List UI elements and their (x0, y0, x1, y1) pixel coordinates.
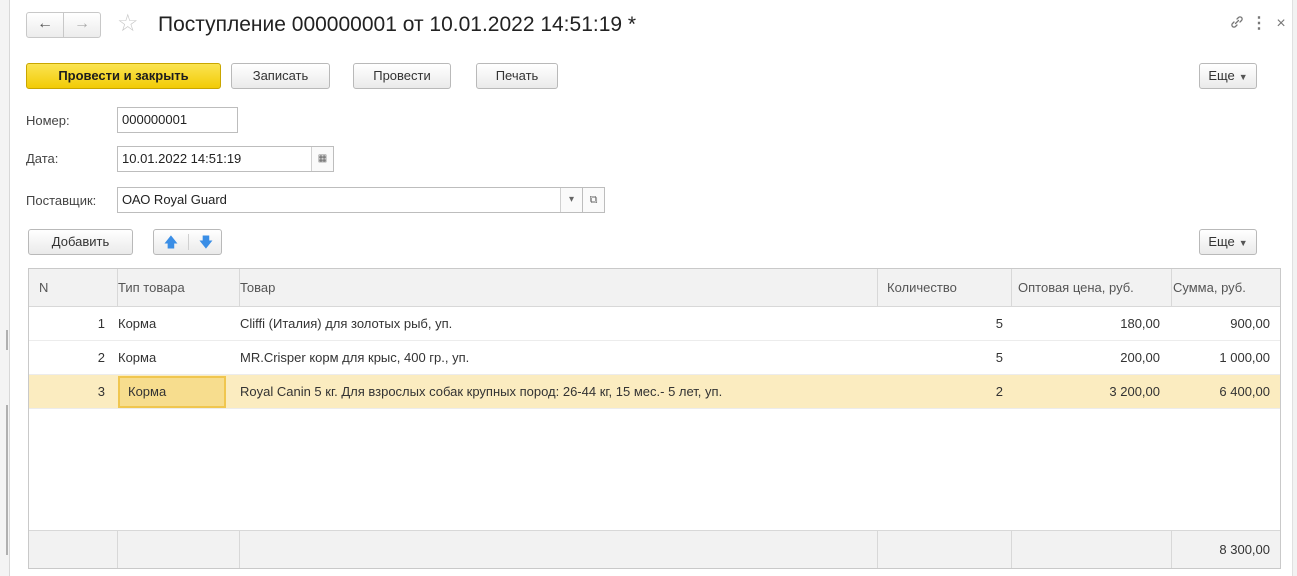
forward-button[interactable]: → (63, 12, 101, 38)
link-icon[interactable] (1228, 14, 1246, 36)
chevron-down-icon: ▼ (1238, 72, 1248, 82)
cell-item: Royal Canin 5 кг. Для взрослых собак кру… (240, 384, 723, 399)
left-window-edge (0, 0, 10, 576)
more-actions-icon[interactable]: ⋮ (1250, 14, 1268, 34)
cell-n: 1 (97, 316, 105, 331)
move-buttons-group: 🡅 🡇 (153, 229, 222, 255)
col-header-type[interactable]: Тип товара (118, 269, 228, 307)
total-sum: 8 300,00 (1219, 542, 1270, 557)
date-field[interactable]: 10.01.2022 14:51:19 ▦ (117, 146, 334, 172)
column-divider (1171, 530, 1172, 568)
cell-item: Cliffi (Италия) для золотых рыб, уп. (240, 316, 453, 331)
post-button[interactable]: Провести (353, 63, 451, 89)
favorite-star-icon[interactable]: ☆ (117, 10, 139, 38)
edge-mark (6, 330, 8, 350)
table-footer: 8 300,00 (29, 530, 1280, 568)
open-supplier-icon[interactable]: ⧉ (583, 187, 605, 213)
arrow-right-icon: → (74, 15, 90, 32)
add-row-button[interactable]: Добавить (28, 229, 133, 255)
post-and-close-button[interactable]: Провести и закрыть (26, 63, 221, 89)
column-divider (1011, 530, 1012, 568)
back-button[interactable]: ← (26, 12, 64, 38)
cell-qty: 5 (995, 350, 1003, 365)
column-divider (239, 269, 240, 307)
cell-qty: 5 (995, 316, 1003, 331)
cell-price: 180,00 (1120, 316, 1160, 331)
table-row-selected[interactable]: 3 Корма Royal Canin 5 кг. Для взрослых с… (29, 375, 1280, 409)
document-window: ← → ☆ Поступление 000000001 от 10.01.202… (10, 0, 1292, 576)
cell-n: 2 (97, 350, 105, 365)
column-divider (117, 530, 118, 568)
column-divider (877, 530, 878, 568)
save-button[interactable]: Записать (231, 63, 330, 89)
link-icon-svg (1231, 16, 1243, 28)
right-window-edge (1292, 0, 1297, 576)
column-divider (239, 530, 240, 568)
date-label: Дата: (26, 151, 59, 166)
cell-item: MR.Crisper корм для крыс, 400 гр., уп. (240, 350, 470, 365)
edge-mark (6, 405, 8, 555)
cell-price: 200,00 (1120, 350, 1160, 365)
cell-type: Корма (118, 316, 157, 331)
chevron-down-icon: ▼ (1238, 238, 1248, 248)
date-value: 10.01.2022 14:51:19 (122, 151, 242, 166)
column-divider (1171, 269, 1172, 307)
number-field[interactable]: 000000001 (117, 107, 238, 133)
close-icon[interactable]: × (1272, 14, 1290, 34)
cell-qty: 2 (995, 384, 1003, 399)
cell-type: Корма (118, 350, 157, 365)
column-divider (877, 269, 878, 307)
move-down-icon[interactable]: 🡇 (189, 230, 223, 254)
column-divider (117, 269, 118, 307)
column-divider (1011, 269, 1012, 307)
table-row[interactable]: 2 Корма MR.Crisper корм для крыс, 400 гр… (29, 341, 1280, 375)
arrow-left-icon: ← (37, 15, 53, 32)
window-title: Поступление 000000001 от 10.01.2022 14:5… (158, 13, 637, 36)
goods-table: N Тип товара Товар Количество Оптовая це… (28, 268, 1281, 569)
table-row[interactable]: 1 Корма Cliffi (Италия) для золотых рыб,… (29, 307, 1280, 341)
col-header-sum[interactable]: Сумма, руб. (1173, 269, 1283, 307)
title-bar: ← → ☆ Поступление 000000001 от 10.01.202… (10, 0, 1292, 42)
supplier-field[interactable]: ОАО Royal Guard ▾ (117, 187, 583, 213)
calendar-icon[interactable]: ▦ (311, 147, 333, 171)
number-label: Номер: (26, 113, 70, 128)
col-header-n[interactable]: N (39, 269, 99, 307)
supplier-value: ОАО Royal Guard (122, 192, 227, 207)
col-header-price[interactable]: Оптовая цена, руб. (1018, 269, 1158, 307)
cell-price: 3 200,00 (1109, 384, 1160, 399)
cell-sum: 900,00 (1230, 316, 1270, 331)
table-more-label: Еще (1208, 234, 1235, 249)
cell-type[interactable]: Корма (128, 375, 228, 409)
more-label: Еще (1208, 68, 1235, 83)
print-button[interactable]: Печать (476, 63, 558, 89)
cell-sum: 6 400,00 (1219, 384, 1270, 399)
table-header: N Тип товара Товар Количество Оптовая це… (29, 269, 1280, 307)
move-up-icon[interactable]: 🡅 (154, 230, 188, 254)
col-header-item[interactable]: Товар (240, 269, 840, 307)
table-more-button[interactable]: Еще ▼ (1199, 229, 1257, 255)
col-header-qty[interactable]: Количество (887, 269, 997, 307)
cell-n: 3 (97, 384, 105, 399)
cell-sum: 1 000,00 (1219, 350, 1270, 365)
dropdown-arrow-icon[interactable]: ▾ (560, 188, 582, 212)
supplier-label: Поставщик: (26, 193, 97, 208)
more-button[interactable]: Еще ▼ (1199, 63, 1257, 89)
